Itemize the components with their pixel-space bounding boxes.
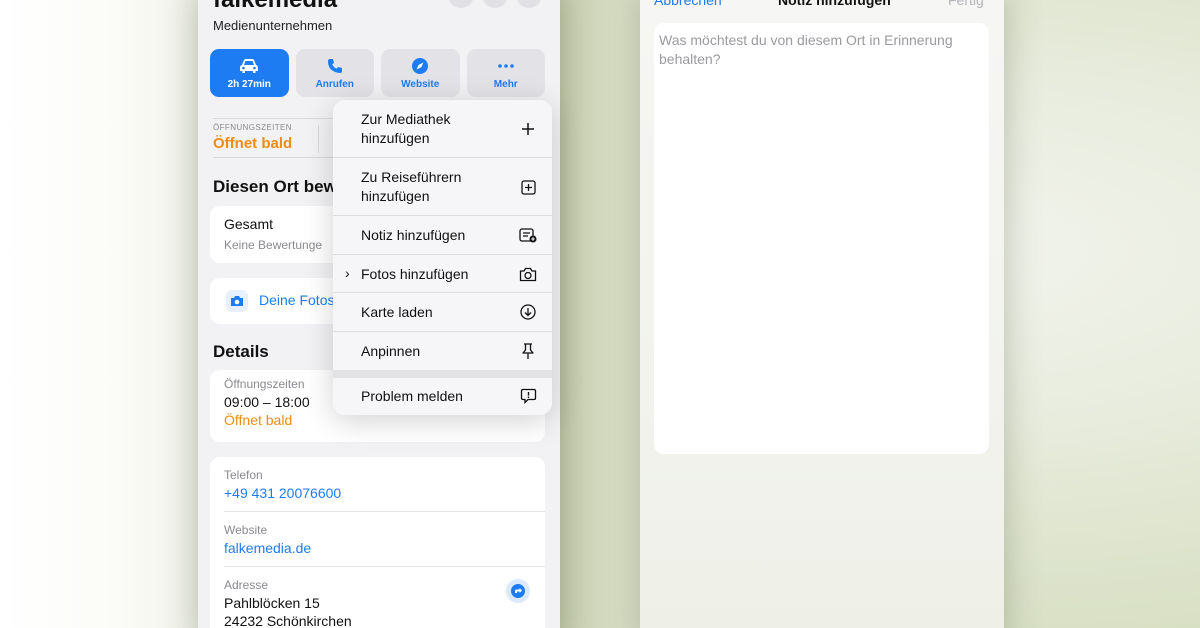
contact-card: Telefon +49 431 20076600 Website falkeme…	[210, 457, 545, 628]
place-title: falkemedia	[213, 0, 337, 14]
compass-icon	[411, 56, 429, 76]
camera-icon	[519, 265, 537, 283]
note-placeholder: Was möchtest du von diesem Ort in Erinne…	[659, 32, 953, 67]
menu-item-label: hinzufügen	[361, 188, 430, 204]
background-left	[0, 0, 200, 628]
background-middle	[560, 0, 640, 628]
add-note-sheet: Abbrechen Notiz hinzufügen Fertig Was mö…	[640, 0, 1004, 628]
more-button[interactable]: Mehr	[466, 49, 545, 97]
menu-item-pin[interactable]: Anpinnen	[333, 332, 552, 370]
phone-caption: Telefon	[224, 468, 263, 482]
ellipsis-icon	[497, 56, 515, 76]
close-button[interactable]: ✕	[516, 0, 542, 8]
menu-item-report-problem[interactable]: Problem melden	[333, 378, 552, 415]
address-line-2: 24232 Schönkirchen	[224, 613, 352, 628]
address-caption: Adresse	[224, 578, 269, 592]
plus-square-icon	[519, 178, 537, 196]
rating-section-title: Diesen Ort bew	[213, 177, 337, 196]
camera-icon	[226, 290, 248, 312]
menu-group-separator	[333, 370, 552, 378]
menu-item-label: Anpinnen	[361, 343, 421, 359]
menu-item-download-map[interactable]: Karte laden	[333, 293, 552, 332]
share-button[interactable]: ↑	[448, 0, 474, 8]
details-hours-caption: Öffnungszeiten	[224, 377, 305, 391]
hours-summary-caption: ÖFFNUNGSZEITEN	[213, 123, 292, 132]
sheet-title: Notiz hinzufügen	[778, 0, 891, 8]
save-button[interactable]: □	[482, 0, 508, 8]
directions-arrow-icon	[511, 584, 525, 598]
website-button[interactable]: Website	[381, 49, 460, 97]
directions-label: 2h 27min	[227, 79, 271, 90]
address-directions-button[interactable]	[506, 579, 530, 603]
details-section-title: Details	[213, 342, 269, 361]
rating-overall-label: Gesamt	[224, 216, 274, 232]
download-circle-icon	[519, 303, 537, 321]
chevron-right-icon: ›	[345, 265, 350, 281]
report-bubble-icon	[519, 387, 537, 405]
contact-divider	[224, 566, 545, 567]
menu-item-label: Karte laden	[361, 304, 433, 320]
website-caption: Website	[224, 523, 268, 537]
menu-item-label: hinzufügen	[361, 130, 430, 146]
place-subtitle: Medienunternehmen	[213, 18, 333, 33]
menu-item-label: Zur Mediathek	[361, 111, 451, 127]
call-label: Anrufen	[315, 79, 354, 90]
more-label: Mehr	[493, 79, 518, 90]
details-hours-value: 09:00 – 18:00	[224, 394, 310, 410]
summary-divider	[318, 125, 319, 153]
menu-item-label: Notiz hinzufügen	[361, 227, 466, 243]
menu-item-add-note[interactable]: Notiz hinzufügen	[333, 216, 552, 255]
note-add-icon	[519, 226, 537, 244]
plus-icon	[519, 120, 537, 138]
contact-divider	[224, 511, 545, 512]
details-hours-status: Öffnet bald	[224, 412, 293, 428]
phone-icon	[327, 56, 343, 76]
menu-item-label: Problem melden	[361, 388, 463, 404]
hours-summary-status: Öffnet bald	[213, 135, 293, 152]
website-label: Website	[401, 79, 440, 90]
menu-item-add-to-library[interactable]: Zur Mediathek hinzufügen	[333, 100, 552, 158]
more-menu: Zur Mediathek hinzufügen Zu Reiseführern…	[333, 100, 552, 415]
action-buttons: 2h 27min Anrufen Website Mehr	[210, 49, 545, 97]
note-field[interactable]: Was möchtest du von diesem Ort in Erinne…	[654, 23, 989, 454]
cancel-button[interactable]: Abbrechen	[654, 0, 722, 8]
call-button[interactable]: Anrufen	[295, 49, 374, 97]
address-line-1: Pahlblöcken 15	[224, 595, 320, 611]
website-link[interactable]: falkemedia.de	[224, 540, 311, 556]
pin-icon	[519, 342, 537, 360]
menu-item-add-to-guides[interactable]: Zu Reiseführern hinzufügen	[333, 158, 552, 216]
menu-item-add-photos[interactable]: › Fotos hinzufügen	[333, 255, 552, 293]
photos-label: Deine Fotos	[259, 292, 335, 308]
done-button[interactable]: Fertig	[948, 0, 984, 8]
directions-button[interactable]: 2h 27min	[210, 49, 289, 97]
rating-overall-sub: Keine Bewertunge	[224, 238, 323, 252]
menu-item-label: Fotos hinzufügen	[361, 266, 469, 282]
menu-item-label: Zu Reiseführern	[361, 169, 462, 185]
car-icon	[238, 56, 260, 76]
phone-link[interactable]: +49 431 20076600	[224, 485, 341, 501]
